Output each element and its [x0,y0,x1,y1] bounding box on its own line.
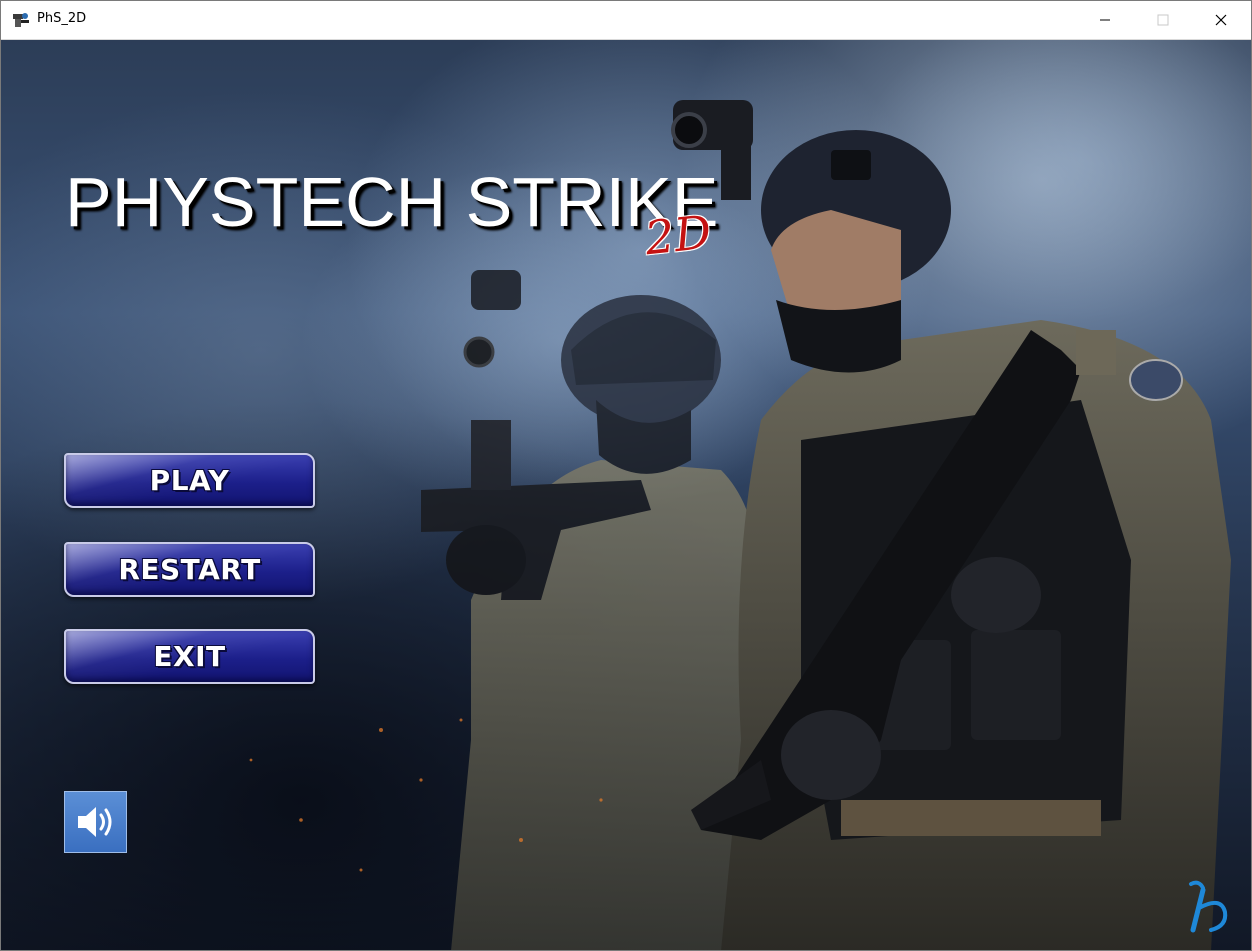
main-menu-scene: PHYSTECH STRIKE 2D PLAY RESTART EXIT [1,40,1251,950]
minimize-button[interactable] [1076,1,1134,39]
restart-button-label: RESTART [118,553,261,586]
title-bar[interactable]: PhS_2D [1,1,1251,40]
exit-button[interactable]: EXIT [64,629,315,684]
minimize-icon [1100,19,1110,21]
game-title: PHYSTECH STRIKE [65,163,719,241]
soldier-app-icon [13,13,29,27]
developer-logo-icon [1189,880,1228,933]
restart-button[interactable]: RESTART [64,542,315,597]
close-icon [1215,14,1227,26]
game-title-suffix: 2D [642,204,714,266]
speaker-icon [77,807,111,837]
exit-button-label: EXIT [153,640,226,673]
play-button-label: PLAY [149,464,230,497]
close-button[interactable] [1192,1,1250,39]
maximize-icon [1157,14,1169,26]
window-title: PhS_2D [37,11,87,26]
sound-toggle-button[interactable] [64,791,127,853]
play-button[interactable]: PLAY [64,453,315,508]
game-window: PhS_2D PHYSTECH STRIKE 2D PLAY RESTART E… [0,0,1252,951]
maximize-button[interactable] [1134,1,1192,39]
